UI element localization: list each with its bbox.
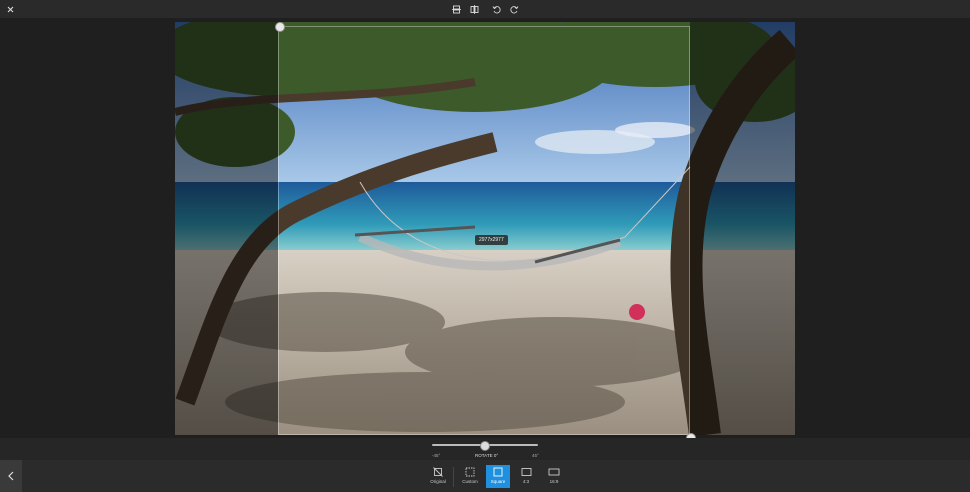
- ratio-4-3-icon: [521, 468, 531, 476]
- ratio-16-9-button[interactable]: 16:9: [542, 465, 566, 488]
- rotation-min-label: -45°: [432, 453, 441, 458]
- flip-horizontal-icon[interactable]: [468, 3, 480, 15]
- ratio-square-label: Square: [490, 479, 506, 484]
- custom-ratio-icon: [465, 467, 475, 477]
- divider: [453, 467, 454, 487]
- ratio-16-9-icon: [548, 468, 560, 476]
- top-toolbar: [0, 0, 970, 18]
- crop-dimensions-label: 2977x2977: [475, 235, 508, 245]
- bottom-toolbar: Original Custom Square 4:3 16:9: [0, 460, 970, 492]
- ratio-16-9-label: 16:9: [549, 479, 559, 484]
- chevron-left-icon: [5, 469, 17, 483]
- crop-mask-left: [175, 22, 278, 435]
- crop-mask-right: [690, 22, 795, 435]
- photo-image: 2977x2977: [175, 22, 795, 435]
- rotation-panel: -45° ROTATE 0° 45°: [0, 438, 970, 460]
- ratio-4-3-label: 4:3: [522, 479, 530, 484]
- crop-off-icon: [433, 467, 443, 477]
- ratio-original-label: Original: [430, 479, 446, 484]
- rotation-max-label: 45°: [532, 453, 539, 458]
- rotation-value-label: ROTATE 0°: [475, 453, 499, 458]
- square-icon: [493, 467, 503, 477]
- ratio-custom-label: Custom: [462, 479, 478, 484]
- crop-frame[interactable]: 2977x2977: [278, 26, 690, 435]
- back-button[interactable]: [0, 460, 22, 492]
- close-icon[interactable]: [4, 3, 16, 15]
- ratio-4-3-button[interactable]: 4:3: [514, 465, 538, 488]
- rotate-right-icon[interactable]: [508, 3, 520, 15]
- editor-canvas: 2977x2977: [0, 18, 970, 443]
- ratio-custom-button[interactable]: Custom: [458, 465, 482, 488]
- flip-vertical-icon[interactable]: [450, 3, 462, 15]
- crop-handle-top-left[interactable]: [275, 22, 285, 32]
- rotation-slider-knob[interactable]: [480, 441, 490, 451]
- ratio-original-button[interactable]: Original: [426, 465, 450, 488]
- rotate-left-icon[interactable]: [490, 3, 502, 15]
- ratio-square-button[interactable]: Square: [486, 465, 510, 488]
